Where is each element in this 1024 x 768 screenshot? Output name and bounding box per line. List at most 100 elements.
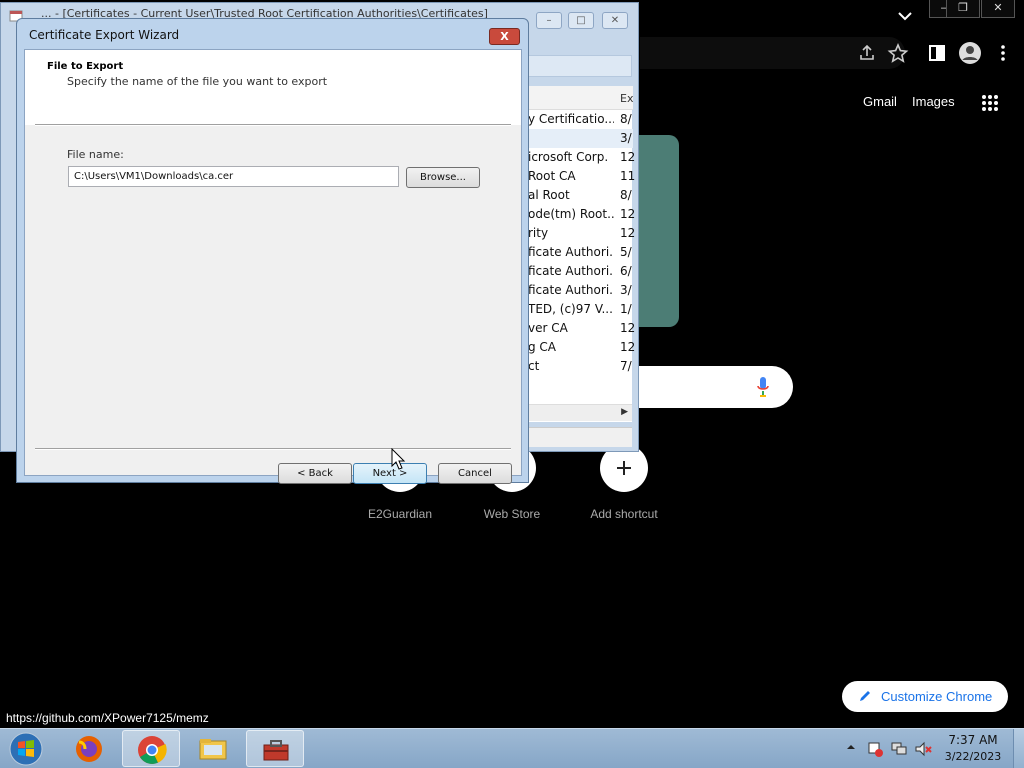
certificate-name: y Certificatio... <box>528 112 614 126</box>
list-header: Ex <box>528 86 633 110</box>
certificate-name: g CA <box>528 340 557 354</box>
scroll-right-icon[interactable]: ▶ <box>621 407 628 417</box>
taskbar: 7:37 AM 3/22/2023 <box>0 728 1024 768</box>
table-row[interactable]: icrosoft Corp. 12 <box>528 148 636 167</box>
table-row[interactable]: TED, (c)97 V... 1/ <box>528 300 633 319</box>
column-header-expiration[interactable]: Ex <box>620 92 633 105</box>
table-row[interactable]: ficate Authori... 3/ <box>528 281 633 300</box>
certificate-export-wizard: Certificate Export Wizard X File to Expo… <box>16 18 529 484</box>
divider <box>35 124 511 126</box>
action-center-icon[interactable] <box>866 740 884 758</box>
page-subheading: Specify the name of the file you want to… <box>67 75 328 88</box>
table-row[interactable]: ode(tm) Root... 12 <box>528 205 635 224</box>
clock-time[interactable]: 7:37 AM <box>940 733 1006 747</box>
table-row[interactable]: g CA 12 <box>528 338 635 357</box>
images-link[interactable]: Images <box>912 94 955 109</box>
certificate-expiration: 12 <box>620 321 636 335</box>
certificate-name: icrosoft Corp. <box>528 150 609 164</box>
shortcut-label: E2Guardian <box>367 507 433 521</box>
certificate-name: ficate Authori... <box>528 264 614 278</box>
chrome-toolbar <box>640 34 1024 72</box>
plus-icon <box>617 461 631 475</box>
share-icon[interactable] <box>856 42 878 64</box>
certificate-expiration: 3/ <box>620 283 632 297</box>
file-name-input[interactable] <box>68 166 399 187</box>
chrome-icon <box>138 736 167 764</box>
clock-date[interactable]: 3/22/2023 <box>940 750 1006 763</box>
wizard-body: File to Export Specify the name of the f… <box>24 49 522 484</box>
table-row[interactable]: y Certificatio... 8/ <box>528 110 633 129</box>
certificate-expiration: 12 <box>620 226 636 240</box>
next-button[interactable]: Next > <box>353 463 427 484</box>
certificate-name: rity <box>528 226 549 240</box>
pencil-icon <box>860 691 870 701</box>
taskbar-chrome[interactable] <box>122 730 180 767</box>
cancel-button[interactable]: Cancel <box>438 463 512 484</box>
certificate-expiration: 1/ <box>620 302 632 316</box>
table-row[interactable]: al Root 8/ <box>528 186 633 205</box>
folder-icon <box>199 739 227 760</box>
table-row[interactable]: 3/ <box>528 129 633 148</box>
certificate-name: ficate Authori... <box>528 283 614 297</box>
toolbox-icon <box>263 740 289 761</box>
shortcut-label: Add shortcut <box>590 507 658 521</box>
close-button[interactable]: X <box>489 28 520 45</box>
certificate-expiration: 8/ <box>620 188 632 202</box>
certificate-name: Root CA <box>528 169 576 183</box>
table-row[interactable]: ct 7/ <box>528 357 633 376</box>
certificate-name: TED, (c)97 V... <box>528 302 613 316</box>
gmail-link[interactable]: Gmail <box>863 94 897 109</box>
customize-chrome-label: Customize Chrome <box>881 689 993 704</box>
chevron-down-icon[interactable] <box>895 7 915 25</box>
status-bar-url: https://github.com/XPower7125/memz <box>0 709 215 728</box>
close-button[interactable]: ✕ <box>981 0 1015 18</box>
horizontal-scrollbar[interactable]: ▶ <box>527 404 632 421</box>
microphone-icon[interactable] <box>756 376 770 398</box>
certificate-expiration: 11 <box>620 169 636 183</box>
certificate-expiration: 3/ <box>620 131 632 145</box>
restore-button[interactable]: ❐ <box>946 0 980 18</box>
network-icon[interactable] <box>890 740 908 758</box>
volume-muted-icon[interactable] <box>914 740 932 758</box>
table-row[interactable]: Root CA 11 <box>528 167 636 186</box>
side-panel-icon[interactable] <box>926 42 948 64</box>
certificate-expiration: 12 <box>620 150 636 164</box>
mouse-cursor-icon <box>391 448 406 470</box>
certificate-name: ode(tm) Root... <box>528 207 614 221</box>
firefox-icon <box>76 736 102 762</box>
show-hidden-icons-icon[interactable] <box>845 741 857 753</box>
table-row[interactable]: ficate Authori... 5/ <box>528 243 633 262</box>
certificate-name: ficate Authori... <box>528 245 614 259</box>
table-row[interactable]: rity 12 <box>528 224 636 243</box>
customize-chrome-button[interactable]: Customize Chrome <box>842 681 1008 712</box>
toolbar <box>527 55 632 77</box>
menu-dots-icon[interactable] <box>992 42 1014 64</box>
certificate-name: ver CA <box>528 321 568 335</box>
taskbar-mmc[interactable] <box>246 730 304 767</box>
back-button[interactable]: < Back <box>278 463 352 484</box>
status-bar <box>527 427 632 447</box>
certificate-expiration: 8/ <box>620 112 632 126</box>
certificate-list: Ex y Certificatio... 8/3/icrosoft Corp. 12… <box>527 86 636 422</box>
maximize-button[interactable]: □ <box>568 12 594 29</box>
start-button[interactable] <box>6 731 46 767</box>
taskbar-explorer[interactable] <box>184 730 242 767</box>
minimize-button[interactable]: – <box>536 12 562 29</box>
page-heading: File to Export <box>47 61 124 72</box>
certificate-name: al Root <box>528 188 570 202</box>
table-row[interactable]: ver CA 12 <box>528 319 636 338</box>
certificate-expiration: 5/ <box>620 245 632 259</box>
dialog-title: Certificate Export Wizard <box>29 28 180 42</box>
certificate-expiration: 6/ <box>620 264 632 278</box>
google-apps-icon[interactable] <box>981 94 999 112</box>
table-row[interactable]: ficate Authori... 6/ <box>528 262 633 281</box>
show-desktop-button[interactable] <box>1013 729 1024 768</box>
file-name-label: File name: <box>67 148 124 161</box>
bookmark-star-icon[interactable] <box>887 42 909 64</box>
browse-button[interactable]: Browse... <box>406 167 480 188</box>
certificate-expiration: 7/ <box>620 359 632 373</box>
taskbar-firefox[interactable] <box>60 730 118 767</box>
shortcut-label: Web Store <box>483 507 541 521</box>
profile-avatar-icon[interactable] <box>958 41 982 65</box>
close-button[interactable]: ✕ <box>602 12 628 29</box>
